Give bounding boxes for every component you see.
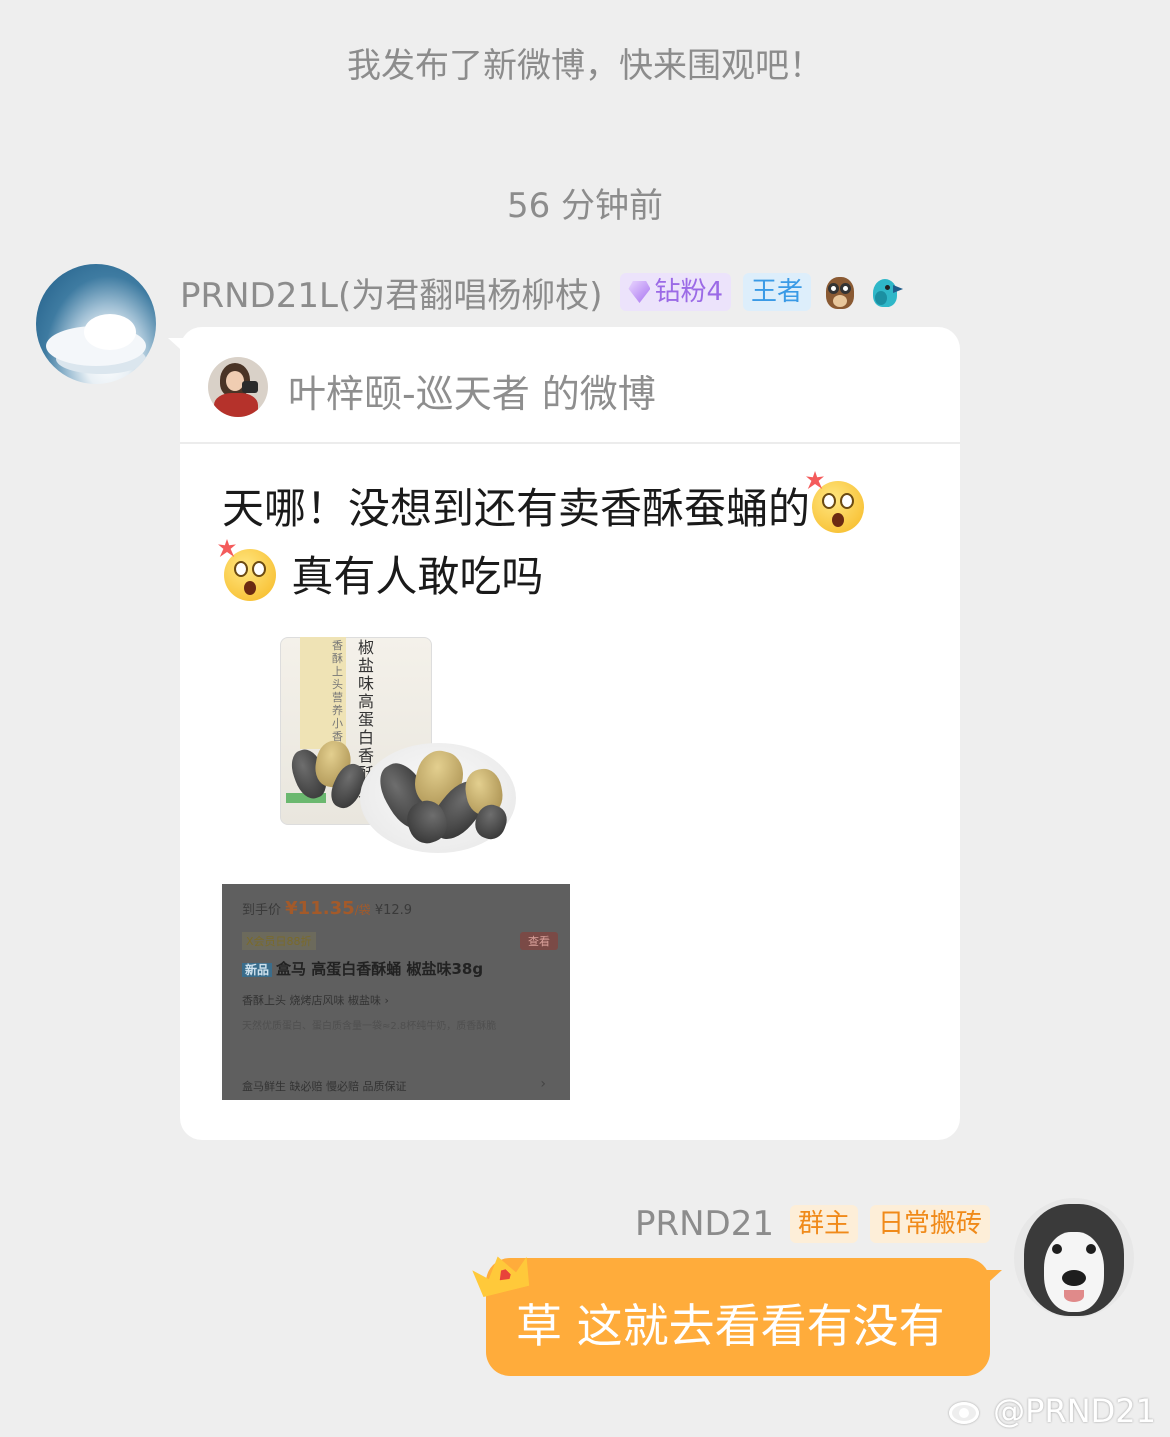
post-text-part2: 真有人敢吃吗 [291, 552, 544, 601]
member-tag: X会员日88折 [242, 932, 316, 950]
product-photo[interactable]: 香酥上头营养小香蛋 椒盐味高蛋白香酥蛹 [280, 637, 520, 857]
shocked-face-icon [218, 539, 278, 601]
product-page-screenshot[interactable]: 到手价 ¥11.35/袋 ¥12.9 X会员日88折 查看 新品 盒马 高蛋白香酥… [222, 884, 570, 1100]
system-notice: 我发布了新微博，快来围观吧！ [347, 46, 823, 86]
new-badge: 新品 [242, 963, 273, 977]
price-row: 到手价 ¥11.35/袋 ¥12.9 [242, 898, 412, 919]
shocked-face-icon [806, 471, 866, 533]
my-name[interactable]: PRND21 [635, 1204, 774, 1244]
original-price: ¥12.9 [374, 903, 413, 918]
fan-level-label: 钻粉4 [654, 277, 724, 307]
fan-level-badge: 钻粉4 [620, 273, 732, 311]
title-badge: 日常搬砖 [869, 1205, 990, 1243]
sender-info-row: PRND21L(为君翻唱杨柳枝) 钻粉4 王者 [180, 268, 904, 317]
shop-footer: 盒马鲜生 缺必赔 慢必赔 品质保证 [242, 1080, 407, 1093]
my-message-text: 草 这就去看看有没有 [516, 1299, 945, 1353]
product-description: 天然优质蛋白、蛋白质含量一袋≈2.8杯纯牛奶，质香酥脆 [242, 1021, 497, 1032]
owl-icon [823, 273, 857, 311]
group-owner-badge: 群主 [789, 1205, 858, 1243]
my-info-row: PRND21 群主 日常搬砖 [635, 1200, 990, 1248]
bird-icon [869, 273, 904, 311]
watermark-text: @PRND21 [993, 1392, 1156, 1430]
price-value: ¥11.35 [285, 898, 355, 919]
product-title: 盒马 高蛋白香酥蛹 椒盐味38g [276, 960, 484, 978]
message-timestamp: 56 分钟前 [506, 186, 664, 226]
price-unit: /袋 [354, 903, 371, 917]
card-header[interactable]: 叶梓颐-巡天者 的微博 [180, 327, 960, 444]
weibo-logo-icon [947, 1396, 985, 1426]
post-text: 天哪！没想到还有卖香酥蚕蛹的 真有人敢吃吗 [218, 471, 922, 611]
my-avatar[interactable] [1014, 1198, 1134, 1318]
card-source-title[interactable]: 叶梓颐-巡天者 的微博 [288, 363, 656, 418]
product-tags: 香酥上头 烧烤店风味 椒盐味 › [242, 994, 389, 1007]
author-avatar[interactable] [208, 357, 268, 417]
sender-avatar[interactable] [36, 264, 156, 384]
view-button: 查看 [520, 932, 558, 950]
crown-icon [466, 1240, 536, 1296]
shared-weibo-card[interactable]: 叶梓颐-巡天者 的微博 天哪！没想到还有卖香酥蚕蛹的 真有人敢吃吗 香酥上头营养… [180, 327, 960, 1140]
chat-screen: 我发布了新微博，快来围观吧！ 56 分钟前 PRND21L(为君翻唱杨柳枝) 钻… [0, 0, 1170, 1437]
product-title-row: 新品 盒马 高蛋白香酥蛹 椒盐味38g [242, 958, 483, 979]
my-message-bubble[interactable]: 草 这就去看看有没有 [486, 1258, 990, 1376]
post-text-part1: 天哪！没想到还有卖香酥蚕蛹的 [222, 484, 811, 533]
price-label: 到手价 [242, 903, 282, 918]
sender-name[interactable]: PRND21L(为君翻唱杨柳枝) [180, 268, 602, 317]
bag-sub-text: 香酥上头营养小香蛋 [332, 639, 343, 756]
chevron-right-icon: › [540, 1076, 546, 1092]
rank-badge: 王者 [743, 273, 812, 311]
diamond-icon [628, 281, 651, 303]
watermark: @PRND21 [947, 1392, 1156, 1430]
